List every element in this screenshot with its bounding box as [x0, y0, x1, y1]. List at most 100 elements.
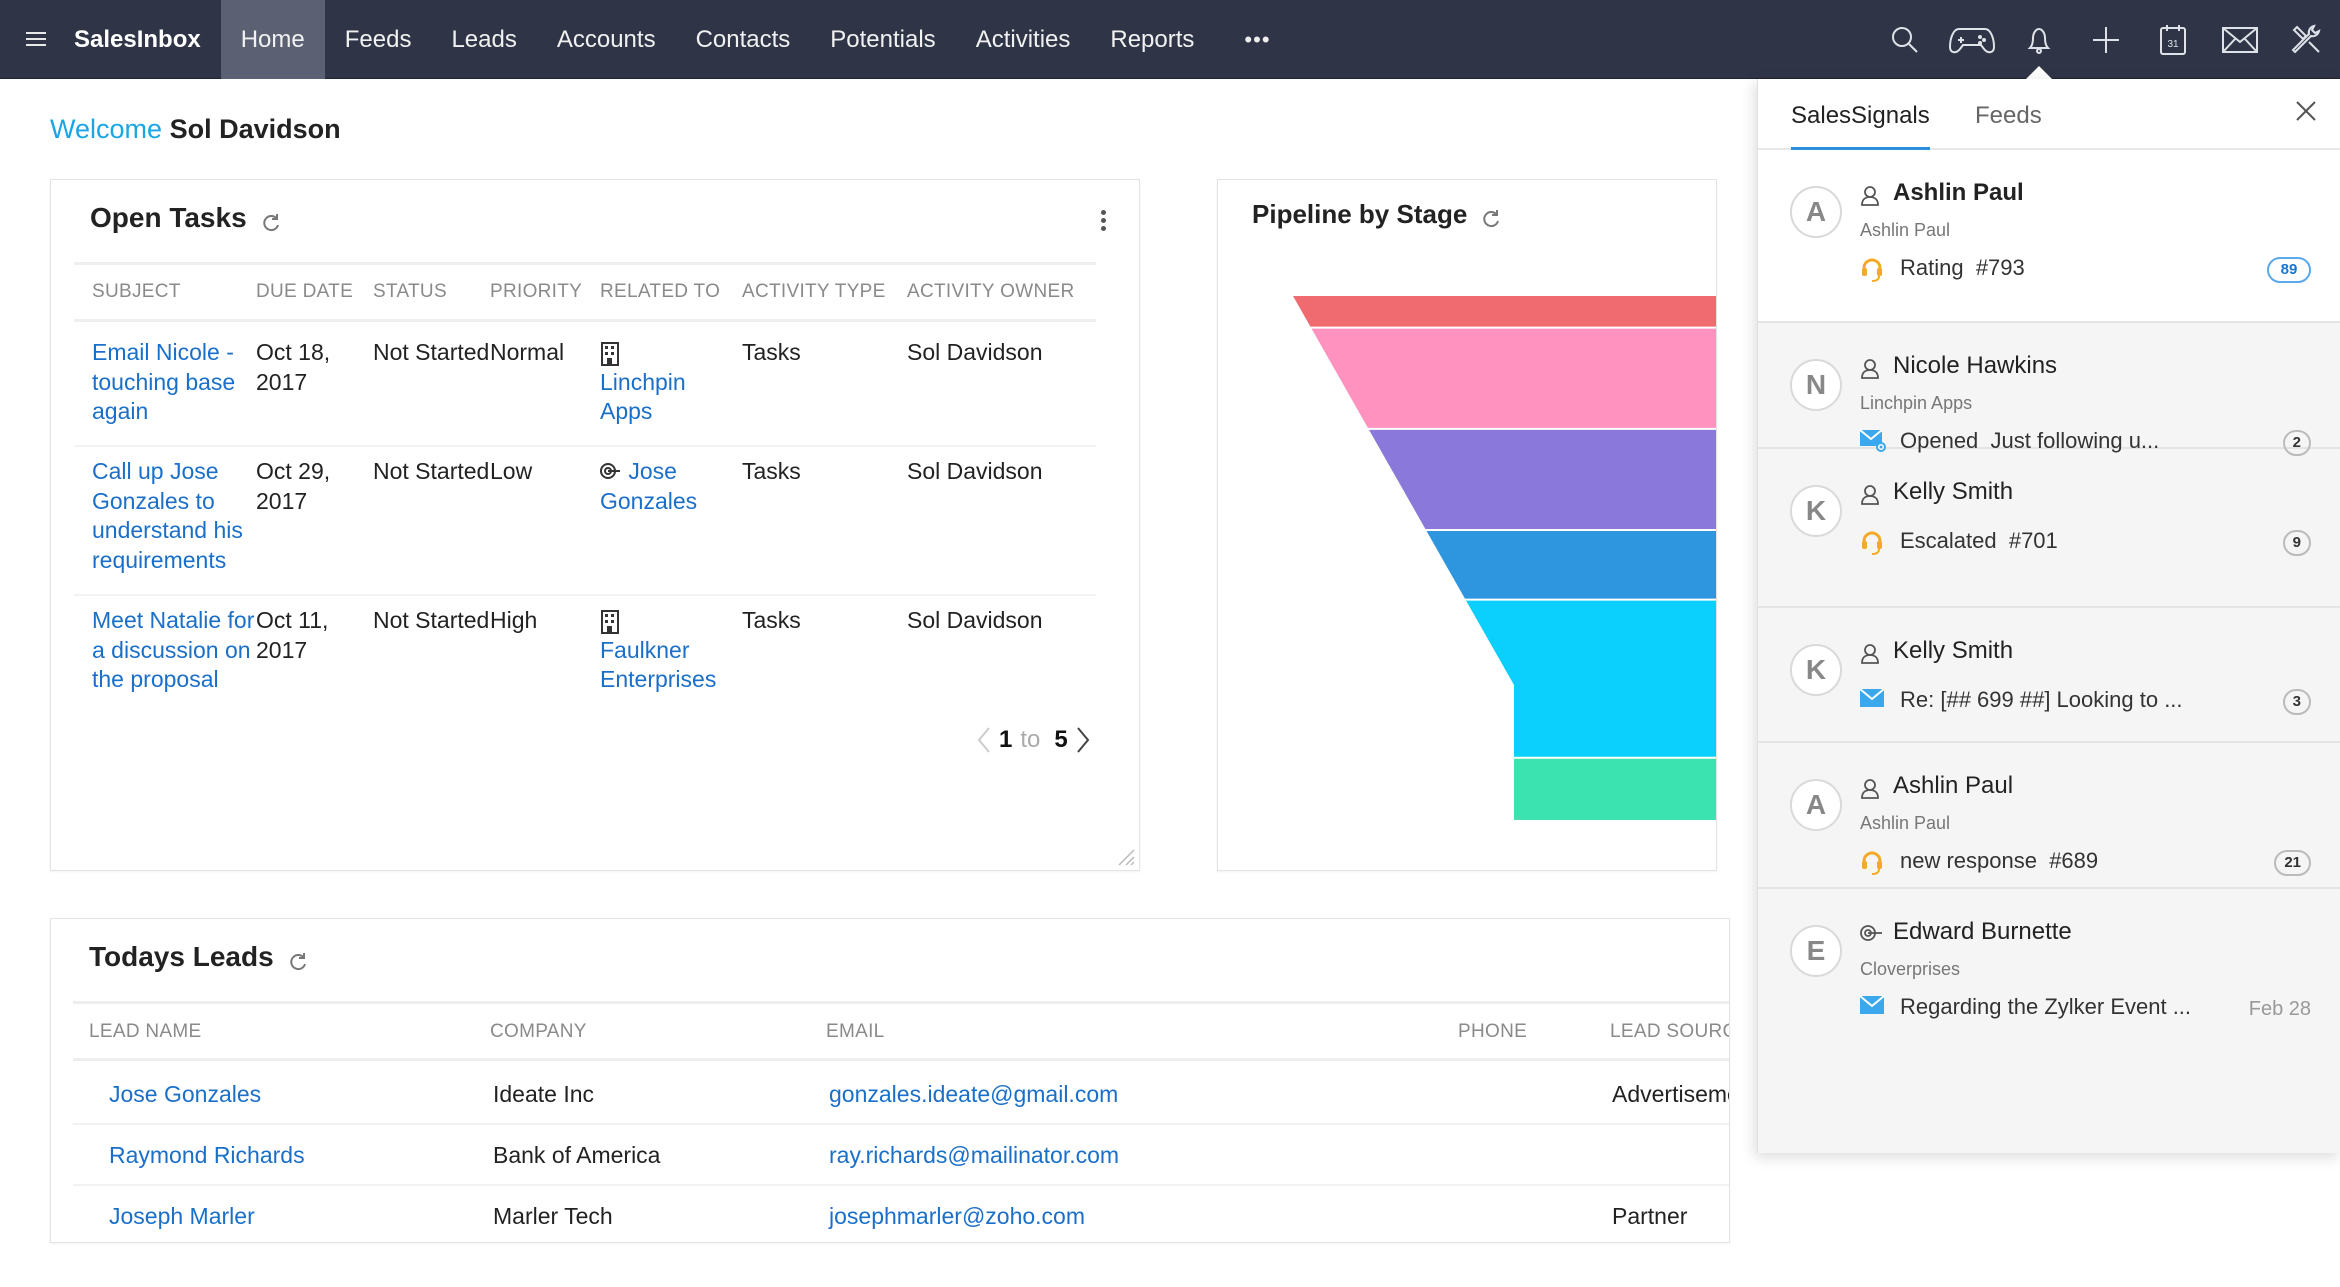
- lead-source: Partner: [1612, 1203, 1688, 1229]
- column-header[interactable]: LEAD NAME: [89, 1004, 202, 1059]
- funnel-stage-1[interactable]: [1293, 296, 1717, 327]
- open-tasks-panel: Open Tasks SUBJECT DUE DATE STATUS PRIOR…: [50, 179, 1140, 871]
- table-row: Joseph Marler Marler Tech josephmarler@z…: [73, 1186, 1729, 1242]
- signal-contact-name[interactable]: Ashlin Paul: [1893, 179, 2024, 207]
- welcome-prefix: Welcome: [50, 114, 163, 144]
- tab-accounts[interactable]: Accounts: [537, 0, 676, 79]
- column-header[interactable]: PRIORITY: [490, 281, 600, 303]
- signal-action[interactable]: new response #689: [1900, 848, 2098, 874]
- signal-action[interactable]: Re: [## 699 ##] Looking to ...: [1900, 687, 2183, 713]
- column-header[interactable]: PHONE: [1458, 1004, 1527, 1059]
- setup-button[interactable]: [2273, 0, 2340, 79]
- table-row: Email Nicole - touching base again Oct 1…: [74, 328, 1096, 447]
- due-date: Oct 29, 2017: [256, 458, 331, 514]
- funnel-stage-6[interactable]: [1514, 758, 1717, 820]
- tab-feeds[interactable]: Feeds: [1975, 79, 2042, 150]
- column-header[interactable]: ACTIVITY TYPE: [742, 281, 907, 303]
- tab-activities[interactable]: Activities: [956, 0, 1091, 79]
- priority: High: [490, 607, 538, 633]
- leads-table-header: LEAD NAME COMPANY EMAIL PHONE LEAD SOURC…: [73, 1001, 1729, 1061]
- menu-button[interactable]: [0, 0, 72, 79]
- more-tabs-button[interactable]: •••: [1214, 0, 1300, 79]
- plus-icon: [2092, 26, 2119, 53]
- column-header[interactable]: STATUS: [373, 281, 490, 303]
- signal-contact-name[interactable]: Kelly Smith: [1893, 478, 2013, 506]
- funnel-stage-2[interactable]: [1311, 328, 1717, 428]
- close-icon: [2296, 101, 2316, 121]
- refresh-button[interactable]: [1481, 205, 1501, 227]
- signal-action[interactable]: Escalated #701: [1900, 528, 2058, 554]
- signal-action[interactable]: Regarding the Zylker Event ...: [1900, 994, 2191, 1020]
- email-link[interactable]: gonzales.ideate@gmail.com: [829, 1064, 1118, 1125]
- pipeline-panel: Pipeline by Stage: [1217, 179, 1717, 871]
- column-header[interactable]: EMAIL: [826, 1004, 885, 1059]
- tab-home[interactable]: Home: [220, 0, 325, 79]
- email-link[interactable]: josephmarler@zoho.com: [829, 1186, 1085, 1242]
- lead-name-link[interactable]: Jose Gonzales: [109, 1064, 261, 1125]
- column-header[interactable]: DUE DATE: [256, 281, 373, 303]
- resize-handle-icon[interactable]: [1115, 846, 1135, 866]
- close-button[interactable]: [2294, 99, 2318, 123]
- tab-salessignals[interactable]: SalesSignals: [1791, 79, 1930, 150]
- funnel-stage-4[interactable]: [1426, 531, 1717, 599]
- task-subject-link[interactable]: Meet Natalie for a discussion on the pro…: [74, 596, 256, 696]
- signal-contact-name[interactable]: Kelly Smith: [1893, 637, 2013, 665]
- column-header[interactable]: LEAD SOURCE: [1610, 1004, 1729, 1059]
- page-to-label: to: [1020, 726, 1041, 753]
- tab-reports[interactable]: Reports: [1090, 0, 1214, 79]
- related-to: Jose Gonzales: [600, 447, 742, 594]
- column-header[interactable]: RELATED TO: [600, 281, 742, 303]
- signal-action[interactable]: Rating #793: [1900, 255, 2025, 281]
- funnel-stage-5[interactable]: [1466, 600, 1717, 757]
- lead-name-link[interactable]: Joseph Marler: [109, 1186, 255, 1242]
- related-link[interactable]: Faulkner Enterprises: [600, 637, 716, 693]
- tab-leads[interactable]: Leads: [431, 0, 536, 79]
- signal-contact-name[interactable]: Nicole Hawkins: [1893, 352, 2057, 380]
- table-row: Call up Jose Gonzales to understand his …: [74, 447, 1096, 596]
- tasks-table-header: SUBJECT DUE DATE STATUS PRIORITY RELATED…: [74, 262, 1096, 322]
- related-link[interactable]: Linchpin Apps: [600, 369, 686, 425]
- prev-page-icon[interactable]: [977, 726, 991, 754]
- count-badge: 9: [2282, 530, 2311, 556]
- next-page-icon[interactable]: [1076, 726, 1090, 754]
- column-header[interactable]: ACTIVITY OWNER: [907, 281, 1087, 303]
- signal-item[interactable]: A Ashlin Paul Ashlin Paul Rating #793 89: [1758, 150, 2340, 323]
- avatar: A: [1790, 779, 1842, 831]
- signal-contact-name[interactable]: Edward Burnette: [1893, 918, 2072, 946]
- table-row: Raymond Richards Bank of America ray.ric…: [73, 1125, 1729, 1186]
- tab-feeds[interactable]: Feeds: [325, 0, 432, 79]
- refresh-icon: [263, 214, 279, 232]
- tab-contacts[interactable]: Contacts: [676, 0, 811, 79]
- create-button[interactable]: [2072, 0, 2139, 79]
- signal-item[interactable]: E Edward Burnette Cloverprises Regarding th…: [1758, 889, 2340, 1153]
- search-button[interactable]: [1871, 0, 1938, 79]
- funnel-stage-3[interactable]: [1369, 429, 1717, 530]
- calendar-button[interactable]: 31: [2139, 0, 2206, 79]
- welcome-banner: Welcome Sol Davidson: [50, 114, 341, 145]
- signal-date: Feb 28: [2248, 998, 2311, 1020]
- priority: Normal: [490, 339, 565, 365]
- games-button[interactable]: [1938, 0, 2005, 79]
- task-subject-link[interactable]: Email Nicole - touching base again: [74, 328, 256, 445]
- app-brand[interactable]: SalesInbox: [72, 0, 221, 79]
- signal-item[interactable]: N Nicole Hawkins Linchpin Apps Opened Just …: [1758, 323, 2340, 456]
- mail-button[interactable]: [2206, 0, 2273, 79]
- column-header[interactable]: SUBJECT: [74, 281, 256, 303]
- notifications-button[interactable]: [2005, 0, 2072, 80]
- signal-item[interactable]: A Ashlin Paul Ashlin Paul new response #689…: [1758, 743, 2340, 889]
- signal-item[interactable]: K Kelly Smith Escalated #701 9: [1758, 449, 2340, 608]
- more-options-button[interactable]: [1101, 210, 1109, 234]
- tab-potentials[interactable]: Potentials: [810, 0, 955, 79]
- headset-icon: [1860, 530, 1884, 561]
- column-header[interactable]: COMPANY: [490, 1004, 587, 1059]
- refresh-button[interactable]: [261, 208, 281, 232]
- refresh-button[interactable]: [288, 947, 308, 971]
- avatar: A: [1790, 186, 1842, 238]
- avatar: N: [1790, 359, 1842, 411]
- lead-name-link[interactable]: Raymond Richards: [109, 1125, 305, 1186]
- signal-item[interactable]: K Kelly Smith Re: [## 699 ##] Looking to .…: [1758, 608, 2340, 743]
- email-link[interactable]: ray.richards@mailinator.com: [829, 1125, 1119, 1186]
- task-subject-link[interactable]: Call up Jose Gonzales to understand his …: [74, 447, 256, 594]
- signal-contact-name[interactable]: Ashlin Paul: [1893, 772, 2013, 800]
- bell-icon: [2027, 27, 2050, 54]
